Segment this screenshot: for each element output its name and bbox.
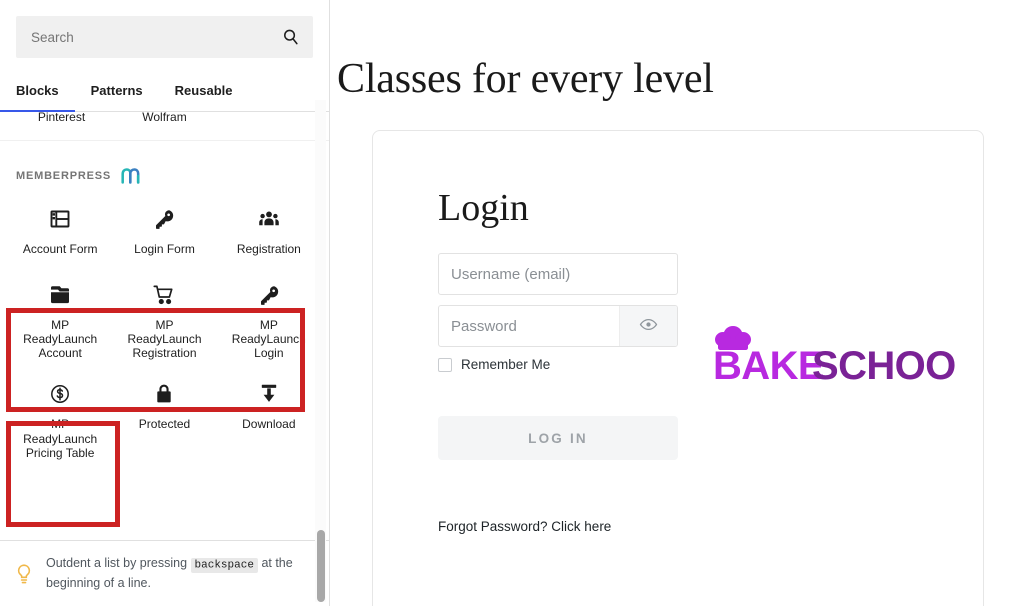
block-tile-login-form[interactable]: Login Form: [112, 195, 216, 271]
block-tile-spacer: [216, 104, 319, 130]
download-icon: [257, 382, 281, 406]
folder-icon: [48, 283, 72, 307]
block-tile-label: Protected: [138, 417, 191, 432]
inserter-scrollbar[interactable]: [315, 100, 326, 602]
block-tile-label: Registration: [236, 242, 301, 256]
block-tile-label: MP ReadyLaunch Account: [23, 318, 98, 361]
previous-category-row: Pinterest Wolfram: [0, 96, 329, 141]
username-field-wrapper[interactable]: [438, 253, 678, 296]
bakeschool-logo-svg: BAKE SCHOOL: [713, 326, 957, 383]
block-tile-registration[interactable]: Registration: [217, 195, 321, 271]
svg-text:BAKE: BAKE: [713, 344, 824, 383]
username-input[interactable]: [439, 254, 677, 295]
editor-canvas[interactable]: Classes for every level Login Username (…: [330, 0, 1024, 606]
block-tile-label: MP ReadyLaunch Pricing Table: [23, 417, 98, 460]
block-tile-label: MP ReadyLaunch Login: [231, 318, 306, 361]
block-tile-protected[interactable]: Protected: [112, 370, 216, 469]
memberpress-m-icon: [121, 167, 143, 185]
eye-icon: [639, 315, 658, 337]
tip-keyboard-key: backspace: [190, 557, 258, 573]
block-tile-label: MP ReadyLaunch Registration: [127, 318, 202, 361]
tip-text: Outdent a list by pressing backspace at …: [46, 554, 304, 592]
tip-text-before: Outdent a list by pressing: [46, 556, 188, 571]
key-icon: [152, 207, 176, 231]
shopping-cart-icon: [152, 283, 176, 307]
block-tile-download[interactable]: Download: [217, 370, 321, 469]
login-block-card[interactable]: Login Username (email) Password Remember…: [372, 130, 984, 606]
block-tile-label: Download: [242, 417, 296, 432]
search-box[interactable]: [16, 16, 313, 58]
lock-icon: [152, 382, 176, 406]
remember-me-row[interactable]: Remember Me: [438, 357, 713, 372]
scrollbar-track[interactable]: [315, 100, 326, 602]
block-tile-mp-readylaunch-login[interactable]: MP ReadyLaunch Login: [217, 271, 321, 370]
page-title: Classes for every level: [337, 56, 714, 102]
login-heading: Login: [438, 187, 529, 230]
block-tile-mp-readylaunch-pricing-table[interactable]: MP ReadyLaunch Pricing Table: [8, 370, 112, 469]
search-area: [0, 0, 329, 58]
password-field-wrapper[interactable]: [438, 305, 678, 348]
password-input[interactable]: [439, 306, 619, 347]
memberpress-block-grid: Account Form Login Form Registration MP …: [0, 189, 329, 470]
editor-screen: Blocks Patterns Reusable Pinterest Wolfr…: [0, 0, 1024, 606]
block-tile-label: Login Form: [134, 242, 195, 256]
svg-text:SCHOOL: SCHOOL: [812, 344, 957, 383]
bakeschool-logo: BAKE SCHOOL: [711, 321, 957, 383]
block-tile-pinterest[interactable]: Pinterest: [10, 104, 113, 130]
lightbulb-icon: [14, 563, 34, 585]
block-tile-label: Account Form: [22, 242, 98, 256]
block-tile-account-form[interactable]: Account Form: [8, 195, 112, 271]
remember-me-checkbox[interactable]: [438, 357, 452, 372]
search-input[interactable]: [17, 17, 312, 57]
block-tile-wolfram[interactable]: Wolfram: [113, 104, 216, 130]
category-title: MEMBERPRESS: [16, 170, 111, 182]
login-submit-button[interactable]: LOG IN: [438, 416, 678, 461]
forgot-password-link[interactable]: Forgot Password? Click here: [438, 519, 611, 534]
scrollbar-thumb[interactable]: [316, 530, 325, 602]
editor-tip-bar: Outdent a list by pressing backspace at …: [0, 540, 329, 606]
block-list-scroll-area[interactable]: Pinterest Wolfram MEMBERPRESS Account Fo…: [0, 96, 329, 540]
users-group-icon: [257, 207, 281, 231]
category-header-memberpress: MEMBERPRESS: [0, 141, 329, 189]
block-tile-mp-readylaunch-registration[interactable]: MP ReadyLaunch Registration: [112, 271, 216, 370]
block-inserter-panel: Blocks Patterns Reusable Pinterest Wolfr…: [0, 0, 330, 606]
block-tile-mp-readylaunch-account[interactable]: MP ReadyLaunch Account: [8, 271, 112, 370]
remember-me-label: Remember Me: [461, 357, 551, 373]
key-icon: [257, 283, 281, 307]
password-visibility-toggle[interactable]: [619, 306, 677, 347]
dollar-circle-icon: [48, 382, 72, 406]
account-form-icon: [48, 207, 72, 231]
login-form: Login Username (email) Password Remember…: [438, 189, 713, 606]
search-icon: [282, 28, 300, 46]
